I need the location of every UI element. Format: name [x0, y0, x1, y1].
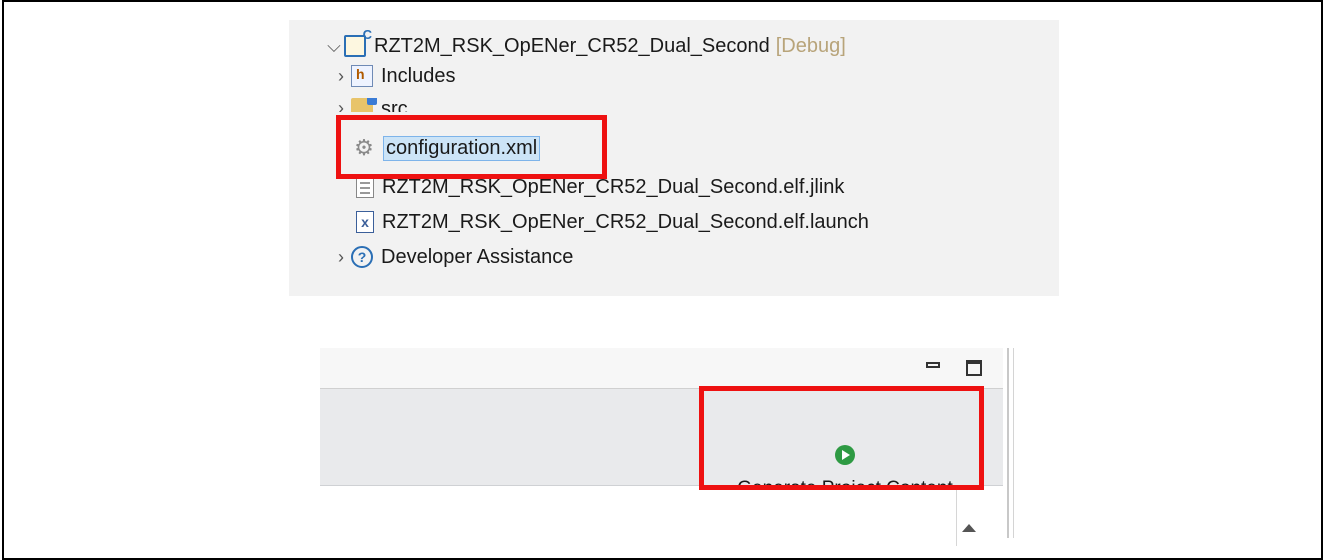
text-file-icon	[356, 176, 374, 198]
tree-item-developer-assistance[interactable]: › ? Developer Assistance	[331, 242, 573, 272]
maximize-icon[interactable]	[966, 360, 982, 376]
project-icon	[344, 27, 372, 57]
figure-frame: ⌵ RZT2M_RSK_OpENer_CR52_Dual_Second [Deb…	[2, 0, 1323, 560]
chevron-right-icon[interactable]: ›	[331, 247, 351, 268]
tree-item-label: src	[381, 98, 408, 112]
chevron-down-icon[interactable]: ⌵	[324, 36, 344, 57]
configuration-editor: Generate Project Content	[320, 348, 1014, 546]
panel-divider	[1007, 348, 1009, 538]
tree-item-src[interactable]: › src	[331, 98, 408, 112]
project-name: RZT2M_RSK_OpENer_CR52_Dual_Second	[374, 34, 770, 57]
tree-item-label: configuration.xml	[383, 135, 541, 161]
tree-item-launch[interactable]: x RZT2M_RSK_OpENer_CR52_Dual_Second.elf.…	[356, 207, 869, 237]
tree-item-label: RZT2M_RSK_OpENer_CR52_Dual_Second.elf.la…	[382, 210, 869, 233]
panel-divider	[1013, 348, 1014, 538]
build-config-label: [Debug]	[775, 34, 846, 57]
play-icon	[835, 445, 855, 465]
chevron-right-icon[interactable]: ›	[331, 66, 351, 87]
editor-toolbar: Generate Project Content	[320, 389, 1003, 499]
scroll-up-icon[interactable]	[962, 524, 976, 532]
help-icon: ?	[351, 246, 373, 268]
tree-item-jlink[interactable]: RZT2M_RSK_OpENer_CR52_Dual_Second.elf.jl…	[356, 172, 844, 202]
source-folder-icon	[351, 98, 377, 112]
tree-project-root[interactable]: ⌵ RZT2M_RSK_OpENer_CR52_Dual_Second [Deb…	[324, 27, 846, 61]
tree-item-label: Includes	[381, 64, 456, 87]
minimize-icon[interactable]	[926, 362, 940, 368]
project-explorer: ⌵ RZT2M_RSK_OpENer_CR52_Dual_Second [Deb…	[289, 20, 1059, 296]
gear-icon: ⚙	[354, 135, 374, 160]
tree-item-includes[interactable]: › Includes	[331, 61, 456, 91]
tree-item-configuration[interactable]: ⚙ configuration.xml	[353, 133, 541, 163]
editor-title-bar	[320, 348, 1003, 389]
chevron-right-icon[interactable]: ›	[331, 98, 351, 112]
tree-item-label: Developer Assistance	[381, 245, 574, 268]
tree-item-label: RZT2M_RSK_OpENer_CR52_Dual_Second.elf.jl…	[382, 175, 845, 198]
editor-content	[320, 486, 957, 546]
launch-file-icon: x	[356, 211, 374, 233]
includes-folder-icon	[351, 65, 373, 87]
